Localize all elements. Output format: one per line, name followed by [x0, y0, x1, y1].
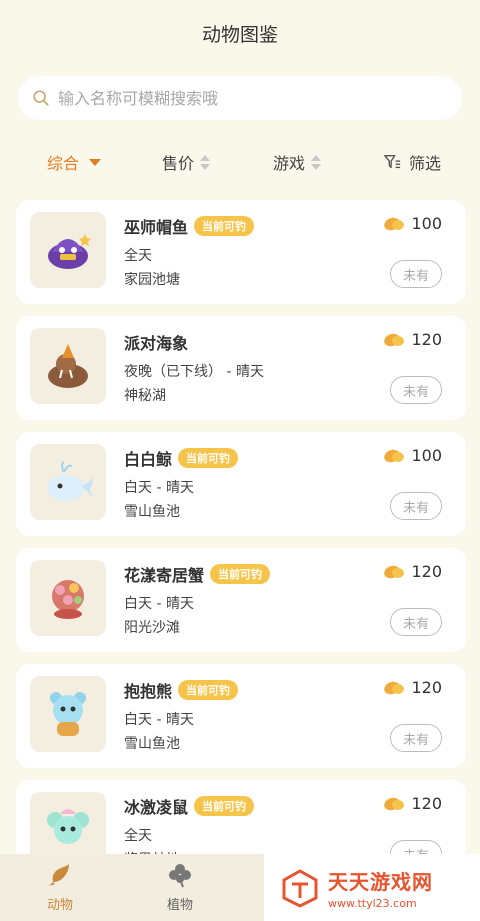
sort-icon [311, 154, 322, 170]
item-price: 120 [383, 562, 442, 581]
filter-game[interactable]: 游戏 [273, 148, 322, 176]
hug-bear-image [30, 676, 106, 752]
item-time: 夜晚（已下线） - 晴天 [124, 364, 264, 380]
price-value: 100 [411, 214, 442, 233]
item-price: 120 [383, 330, 442, 349]
bell-icon [384, 449, 405, 462]
filter-price[interactable]: 售价 [162, 148, 211, 176]
bell-icon [384, 217, 405, 230]
filter-bar: 综合 售价 游戏 筛选 [0, 148, 480, 176]
item-name: 派对海象 [124, 334, 189, 353]
item-time: 白天 - 晴天 [124, 596, 194, 612]
sort-icon [200, 154, 211, 170]
clover-icon [169, 864, 191, 888]
price-value: 120 [411, 330, 442, 349]
caret-down-icon [89, 158, 102, 166]
item-time: 全天 [124, 248, 152, 264]
price-value: 120 [411, 562, 442, 581]
price-value: 120 [411, 794, 442, 813]
hermit-crab-image [30, 560, 106, 636]
owned-status-button[interactable]: 未有 [390, 492, 442, 520]
item-price: 100 [383, 446, 442, 465]
white-whale-image [30, 444, 106, 520]
tab-plants-label: 植物 [166, 898, 193, 913]
tab-plants[interactable]: 植物 [140, 862, 220, 918]
filter-game-label: 游戏 [273, 154, 306, 173]
party-walrus-image [30, 328, 106, 404]
item-name-row: 派对海象 [124, 330, 188, 354]
item-price: 100 [383, 214, 442, 233]
wizard-hat-fish-image [30, 212, 106, 288]
owned-status-button[interactable]: 未有 [390, 260, 442, 288]
list-item[interactable]: 派对海象 夜晚（已下线） - 晴天 神秘湖 120 未有 [16, 316, 466, 420]
item-name: 巫师帽鱼 [124, 218, 189, 237]
bell-icon [384, 333, 405, 346]
list-item[interactable]: 巫师帽鱼 当前可钓 全天 家园池塘 100 未有 [16, 200, 466, 304]
price-value: 100 [411, 446, 442, 465]
item-time: 白天 - 晴天 [124, 712, 194, 728]
item-name-row: 花漾寄居蟹 当前可钓 [124, 562, 271, 586]
list-item[interactable]: 花漾寄居蟹 当前可钓 白天 - 晴天 阳光沙滩 120 未有 [16, 548, 466, 652]
item-location: 雪山鱼池 [124, 736, 180, 752]
catchable-badge: 当前可钓 [178, 448, 239, 468]
catchable-badge: 当前可钓 [194, 796, 255, 816]
item-location: 雪山鱼池 [124, 504, 180, 520]
item-time: 白天 - 晴天 [124, 480, 194, 496]
site-logo-icon [282, 868, 318, 908]
search-icon [33, 90, 49, 106]
item-location: 家园池塘 [124, 272, 180, 288]
catchable-badge: 当前可钓 [210, 564, 271, 584]
list-item[interactable]: 白白鲸 当前可钓 白天 - 晴天 雪山鱼池 100 未有 [16, 432, 466, 536]
fish-icon [49, 864, 69, 886]
tab-animals-label: 动物 [46, 898, 73, 913]
item-name-row: 白白鲸 当前可钓 [124, 446, 239, 470]
filter-comprehensive-label: 综合 [47, 154, 80, 173]
item-name-row: 抱抱熊 当前可钓 [124, 678, 239, 702]
catchable-badge: 当前可钓 [194, 216, 255, 236]
price-value: 120 [411, 678, 442, 697]
search-input[interactable] [58, 88, 418, 108]
item-price: 120 [383, 678, 442, 697]
item-name-row: 巫师帽鱼 当前可钓 [124, 214, 255, 238]
item-price: 120 [383, 794, 442, 813]
tab-animals[interactable]: 动物 [20, 862, 100, 918]
bottom-tab-bar: 动物 植物 [0, 854, 264, 921]
filter-comprehensive[interactable]: 综合 [47, 148, 102, 176]
funnel-icon [384, 155, 401, 169]
owned-status-button[interactable]: 未有 [390, 724, 442, 752]
watermark-url: www.ttyl23.com [328, 896, 417, 910]
item-location: 阳光沙滩 [124, 620, 180, 636]
catchable-badge: 当前可钓 [178, 680, 239, 700]
item-name-row: 冰激凌鼠 当前可钓 [124, 794, 255, 818]
item-location: 神秘湖 [124, 388, 166, 404]
filter-button[interactable]: 筛选 [383, 148, 441, 176]
owned-status-button[interactable]: 未有 [390, 376, 442, 404]
filter-button-label: 筛选 [409, 154, 442, 173]
list-item[interactable]: 抱抱熊 当前可钓 白天 - 晴天 雪山鱼池 120 未有 [16, 664, 466, 768]
item-name: 花漾寄居蟹 [124, 566, 205, 585]
filter-price-label: 售价 [162, 154, 195, 173]
page-title: 动物图鉴 [201, 24, 278, 46]
item-time: 全天 [124, 828, 152, 844]
watermark: 天天游戏网 www.ttyl23.com [264, 854, 480, 921]
owned-status-button[interactable]: 未有 [390, 608, 442, 636]
item-name: 冰激凌鼠 [124, 798, 189, 817]
item-name: 白白鲸 [124, 450, 173, 469]
search-bar[interactable] [18, 76, 462, 120]
watermark-title: 天天游戏网 [328, 869, 433, 894]
bell-icon [384, 681, 405, 694]
item-name: 抱抱熊 [124, 682, 173, 701]
bell-icon [384, 797, 405, 810]
bell-icon [384, 565, 405, 578]
